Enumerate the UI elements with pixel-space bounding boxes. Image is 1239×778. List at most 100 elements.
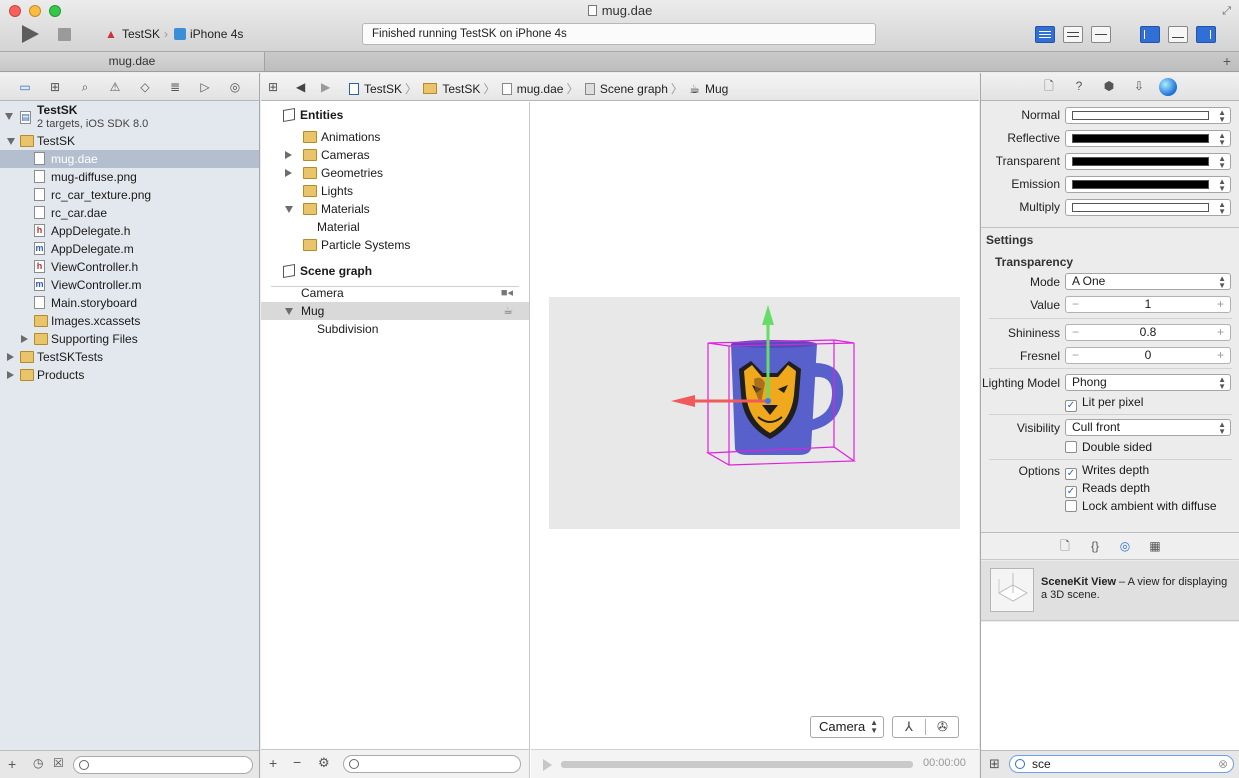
project-root[interactable]: ▤ TestSK 2 targets, iOS SDK 8.0	[0, 102, 259, 132]
report-navigator-icon[interactable]: ◎	[228, 80, 242, 94]
breadcrumb-group[interactable]: TestSK	[423, 82, 480, 96]
checkbox-unchecked[interactable]	[1065, 500, 1077, 512]
breakpoint-navigator-icon[interactable]: ▷	[198, 80, 212, 94]
disclosure-closed-icon[interactable]	[285, 151, 292, 159]
symbol-navigator-icon[interactable]: ⊞	[48, 80, 62, 94]
color-well[interactable]: ▲ ▼	[1065, 176, 1231, 193]
media-library-icon[interactable]: ▦	[1148, 539, 1162, 554]
help-inspector-icon[interactable]: ?	[1072, 79, 1086, 94]
disclosure-closed-icon[interactable]	[7, 353, 14, 361]
reads-depth-checkbox[interactable]: ✓ Reads depth	[1065, 480, 1150, 498]
zoom-window-button[interactable]	[49, 5, 61, 17]
scheme-selector[interactable]: ▲ TestSK › iPhone 4s	[105, 27, 243, 41]
play-animation-button[interactable]	[543, 759, 552, 771]
lit-per-pixel-checkbox[interactable]: ✓ Lit per pixel	[1065, 394, 1143, 412]
scene-viewport[interactable]	[531, 102, 979, 749]
entity-item[interactable]: Animations	[261, 128, 529, 146]
toggle-debug-area-button[interactable]	[1168, 26, 1188, 43]
disclosure-open-icon[interactable]	[5, 113, 13, 120]
scene-node[interactable]: Mug ☕	[261, 302, 529, 320]
navigator-item[interactable]: h ViewController.h	[0, 258, 259, 276]
transparency-mode-select[interactable]: A One ▲ ▼	[1065, 273, 1231, 290]
decrement-icon[interactable]: −	[1072, 348, 1079, 363]
double-sided-checkbox[interactable]: Double sided	[1065, 439, 1152, 455]
entity-item[interactable]: Cameras	[261, 146, 529, 164]
increment-icon[interactable]: +	[1217, 297, 1224, 312]
gear-icon[interactable]: ⚙	[318, 755, 330, 771]
breadcrumb-scene-graph[interactable]: Scene graph	[584, 82, 668, 96]
add-icon[interactable]: +	[8, 756, 16, 772]
run-button[interactable]	[22, 25, 39, 43]
navigator-item[interactable]: TestSK	[0, 132, 259, 150]
disclosure-open-icon[interactable]	[285, 308, 293, 315]
attributes-inspector-icon[interactable]: ⇩	[1132, 79, 1146, 94]
shininess-field[interactable]: −0.8 +	[1065, 324, 1231, 341]
library-filter-input[interactable]: sce ⊗	[1009, 755, 1234, 773]
decrement-icon[interactable]: −	[1072, 297, 1079, 312]
entity-item[interactable]: Material	[261, 218, 529, 236]
entity-item[interactable]: Geometries	[261, 164, 529, 182]
file-template-library-icon[interactable]: 🗋	[1058, 539, 1072, 554]
checkbox-checked[interactable]: ✓	[1065, 400, 1077, 412]
test-navigator-icon[interactable]: ◇	[138, 80, 152, 94]
navigator-item[interactable]: mug.dae	[0, 150, 259, 168]
disclosure-closed-icon[interactable]	[285, 169, 292, 177]
related-items-icon[interactable]: ⊞	[268, 80, 278, 94]
scene-node[interactable]: Subdivision	[261, 320, 529, 338]
node-inspector-icon[interactable]: ⬢	[1102, 79, 1116, 94]
add-tab-icon[interactable]: +	[1223, 52, 1231, 71]
disclosure-closed-icon[interactable]	[21, 335, 28, 343]
lock-ambient-checkbox[interactable]: Lock ambient with diffuse	[1065, 498, 1217, 514]
increment-icon[interactable]: +	[1217, 348, 1224, 363]
back-button[interactable]: ◀	[296, 80, 305, 94]
transparency-value-field[interactable]: −1 +	[1065, 296, 1231, 313]
entity-item[interactable]: Materials	[261, 200, 529, 218]
decrement-icon[interactable]: −	[1072, 325, 1079, 340]
checkbox-checked[interactable]: ✓	[1065, 468, 1077, 480]
navigator-item[interactable]: Supporting Files	[0, 330, 259, 348]
material-inspector-icon[interactable]	[1159, 78, 1177, 96]
navigator-item[interactable]: m AppDelegate.m	[0, 240, 259, 258]
assistant-editor-button[interactable]	[1063, 26, 1083, 43]
navigator-item[interactable]: mug-diffuse.png	[0, 168, 259, 186]
checkbox-checked[interactable]: ✓	[1065, 486, 1077, 498]
writes-depth-checkbox[interactable]: ✓ Writes depth	[1065, 462, 1149, 480]
navigator-item[interactable]: rc_car_texture.png	[0, 186, 259, 204]
issue-navigator-icon[interactable]: ⚠	[108, 80, 122, 94]
color-well[interactable]: ▲ ▼	[1065, 199, 1231, 216]
disclosure-open-icon[interactable]	[7, 138, 15, 145]
close-window-button[interactable]	[9, 5, 21, 17]
add-node-icon[interactable]: +	[269, 755, 277, 771]
forward-button[interactable]: ▶	[321, 80, 330, 94]
breadcrumb-project[interactable]: TestSK	[349, 82, 402, 96]
version-editor-button[interactable]	[1091, 26, 1111, 43]
navigator-item[interactable]: h AppDelegate.h	[0, 222, 259, 240]
visibility-select[interactable]: Cull front ▲ ▼	[1065, 419, 1231, 436]
navigator-item[interactable]: Products	[0, 366, 259, 384]
increment-icon[interactable]: +	[1217, 325, 1224, 340]
toggle-utilities-button[interactable]	[1196, 26, 1216, 43]
debug-navigator-icon[interactable]: ≣	[168, 80, 182, 94]
scene-canvas[interactable]	[549, 297, 960, 529]
color-well[interactable]: ▲ ▼	[1065, 153, 1231, 170]
color-well[interactable]: ▲ ▼	[1065, 107, 1231, 124]
entity-item[interactable]: Lights	[261, 182, 529, 200]
stop-button[interactable]	[58, 28, 71, 41]
disclosure-open-icon[interactable]	[285, 206, 293, 213]
navigator-item[interactable]: Images.xcassets	[0, 312, 259, 330]
minimize-window-button[interactable]	[29, 5, 41, 17]
checkbox-unchecked[interactable]	[1065, 441, 1077, 453]
scene-node[interactable]: Camera ■◂	[261, 284, 529, 302]
outline-filter-input[interactable]	[343, 755, 521, 773]
navigator-item[interactable]: Main.storyboard	[0, 294, 259, 312]
mug-model[interactable]	[731, 340, 844, 455]
entity-item[interactable]: Particle Systems	[261, 236, 529, 254]
color-well[interactable]: ▲ ▼	[1065, 130, 1231, 147]
find-navigator-icon[interactable]: ⌕	[78, 80, 92, 94]
breadcrumb-file[interactable]: mug.dae	[501, 82, 563, 96]
disclosure-closed-icon[interactable]	[7, 371, 14, 379]
navigator-item[interactable]: m ViewController.m	[0, 276, 259, 294]
file-inspector-icon[interactable]: 🗋	[1042, 79, 1056, 94]
object-library-icon[interactable]: ◎	[1118, 539, 1132, 554]
library-item-scenekit-view[interactable]: SceneKit View – A view for displaying a …	[981, 561, 1239, 621]
